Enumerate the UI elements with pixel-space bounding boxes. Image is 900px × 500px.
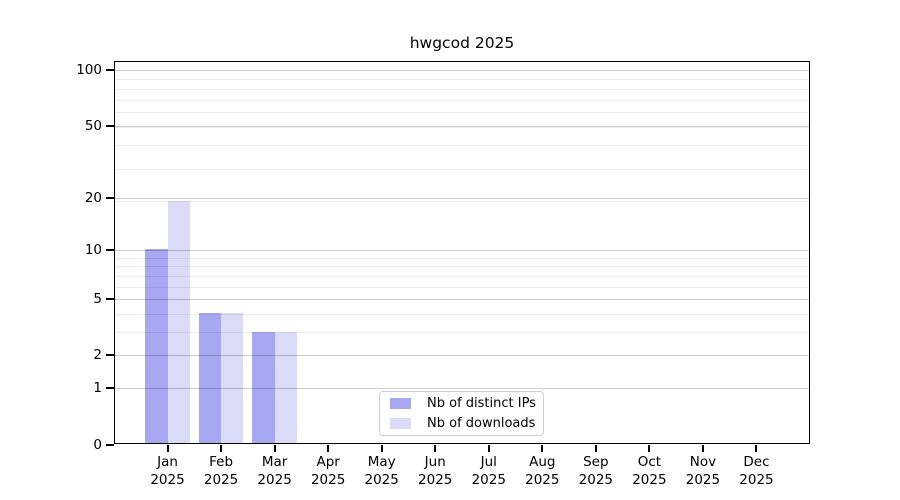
x-axis-tick xyxy=(701,444,704,452)
y-axis-tick-label: 20 xyxy=(84,189,102,206)
y-axis-tick xyxy=(106,387,114,390)
grid-minor-line xyxy=(114,332,810,334)
grid-minor-line xyxy=(114,145,810,147)
grid-major-line xyxy=(114,197,810,199)
y-axis-tick xyxy=(106,443,114,446)
y-axis-tick-label: 5 xyxy=(93,291,102,308)
grid-minor-line xyxy=(114,168,810,170)
grid-minor-line xyxy=(114,275,810,277)
grid-major-line xyxy=(114,355,810,357)
grid-minor-line xyxy=(114,99,810,101)
y-axis-tick-label: 1 xyxy=(93,380,102,397)
grid-minor-line xyxy=(114,89,810,91)
grid-minor-line xyxy=(114,266,810,268)
y-axis-tick-label: 100 xyxy=(76,62,102,79)
x-axis-tick xyxy=(380,444,383,452)
y-axis-tick xyxy=(106,354,114,357)
x-axis-tick xyxy=(594,444,597,452)
x-axis-tick xyxy=(434,444,437,452)
y-axis-tick-label: 0 xyxy=(93,436,102,453)
x-axis-tick xyxy=(541,444,544,452)
grid-minor-line xyxy=(114,257,810,259)
y-axis-tick xyxy=(106,196,114,199)
grid-major-line xyxy=(114,249,810,251)
y-axis-tick xyxy=(106,69,114,72)
grid-minor-line xyxy=(114,112,810,114)
grid-minor-line xyxy=(114,286,810,288)
y-axis-tick xyxy=(106,124,114,127)
legend-label: Nb of downloads xyxy=(427,416,536,431)
grid-major-line xyxy=(114,299,810,301)
grid-minor-line xyxy=(114,79,810,81)
chart-title: hwgcod 2025 xyxy=(409,34,515,52)
legend-swatch-distinct-ips xyxy=(390,398,411,409)
y-axis-tick-label: 2 xyxy=(93,347,102,364)
bar-jan-distinct-ips xyxy=(145,249,168,444)
y-axis-tick-label: 50 xyxy=(84,117,102,134)
x-axis-tick xyxy=(220,444,223,452)
x-axis-tick-label: Dec 2025 xyxy=(739,453,774,488)
legend-row: Nb of downloads xyxy=(384,415,539,433)
x-axis-tick xyxy=(755,444,758,452)
bar-jan-downloads xyxy=(167,200,190,444)
grid-minor-line xyxy=(114,313,810,315)
x-axis-tick xyxy=(487,444,490,452)
grid-major-line xyxy=(114,388,810,390)
grid-major-line xyxy=(114,70,810,72)
bar-feb-downloads xyxy=(221,313,244,444)
legend: Nb of distinct IPs Nb of downloads xyxy=(379,391,544,436)
bar-feb-distinct-ips xyxy=(198,313,222,444)
y-axis-tick-label: 10 xyxy=(84,241,102,258)
grid-minor-line xyxy=(114,201,810,203)
x-axis-tick xyxy=(648,444,651,452)
chart-canvas: hwgcod 2025 Nb of distinct IPs Nb of down… xyxy=(0,0,900,500)
grid-minor-line xyxy=(114,127,810,129)
x-axis-tick xyxy=(166,444,169,452)
x-axis-tick xyxy=(327,444,330,452)
y-axis-tick xyxy=(106,248,114,251)
y-axis-tick xyxy=(106,298,114,301)
legend-row: Nb of distinct IPs xyxy=(384,395,539,413)
legend-label: Nb of distinct IPs xyxy=(427,396,536,411)
legend-swatch-downloads xyxy=(390,418,411,429)
plot-area xyxy=(114,61,810,444)
x-axis-tick xyxy=(273,444,276,452)
